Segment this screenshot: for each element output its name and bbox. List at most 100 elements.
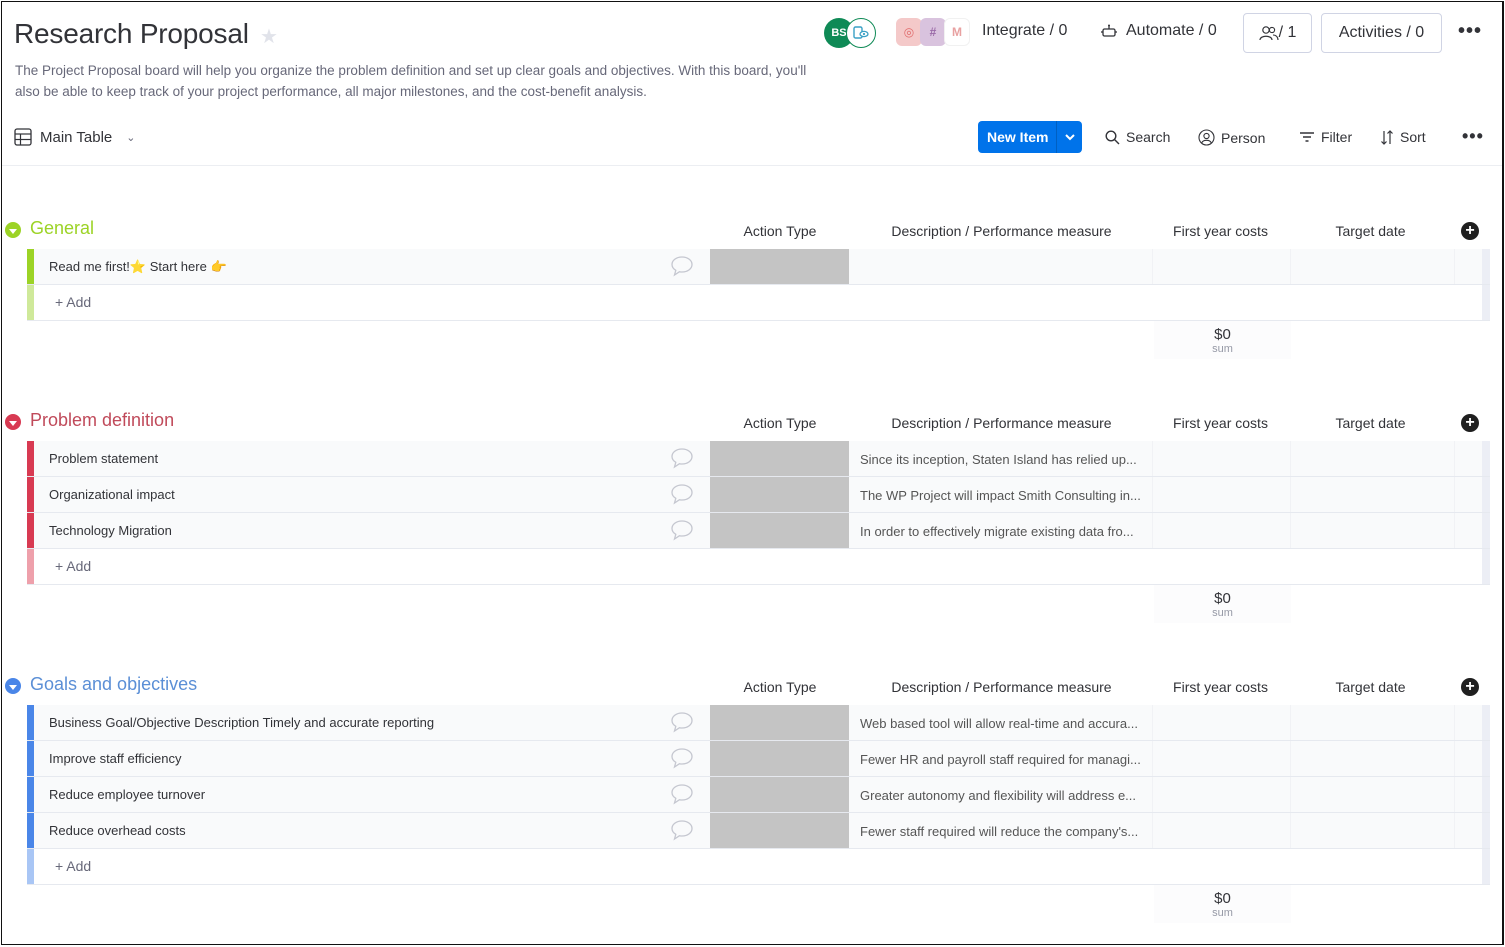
collapse-group-icon[interactable] [5, 414, 21, 430]
comment-icon[interactable] [670, 255, 694, 277]
add-item-row[interactable]: + Add [27, 549, 1490, 585]
integration-icons[interactable]: ◎ # M [896, 18, 970, 46]
column-header-target-date[interactable]: Target date [1293, 415, 1448, 431]
automate-button[interactable]: Automate / 0 [1100, 22, 1217, 40]
comment-icon[interactable] [670, 519, 694, 541]
description-cell[interactable]: Fewer staff required will reduce the com… [850, 813, 1153, 848]
add-column-icon[interactable]: + [1461, 678, 1479, 696]
description-cell[interactable]: In order to effectively migrate existing… [850, 513, 1153, 548]
first-year-costs-cell[interactable] [1154, 249, 1291, 284]
target-date-cell[interactable] [1292, 705, 1455, 740]
first-year-costs-cell[interactable] [1154, 477, 1291, 512]
view-tab-main-table[interactable]: Main Table ⌄ [14, 128, 136, 146]
description-cell[interactable]: Fewer HR and payroll staff required for … [850, 741, 1153, 776]
table-row[interactable]: Read me first!⭐ Start here 👉 [27, 249, 1490, 285]
add-item-button[interactable]: + Add [55, 558, 91, 574]
viewer-icon[interactable] [846, 18, 876, 48]
collapse-group-icon[interactable] [5, 678, 21, 694]
search-button[interactable]: Search [1105, 129, 1170, 145]
item-name[interactable]: Improve staff efficiency [49, 751, 181, 766]
item-name[interactable]: Reduce overhead costs [49, 823, 186, 838]
group-title[interactable]: General [30, 218, 94, 239]
add-item-button[interactable]: + Add [55, 858, 91, 874]
action-type-cell[interactable] [710, 249, 849, 284]
column-header-description[interactable]: Description / Performance measure [849, 415, 1154, 431]
comment-icon[interactable] [670, 447, 694, 469]
comment-icon[interactable] [670, 747, 694, 769]
table-row[interactable]: Business Goal/Objective Description Time… [27, 705, 1490, 741]
activities-button[interactable]: Activities / 0 [1321, 13, 1442, 53]
target-date-cell[interactable] [1292, 741, 1455, 776]
item-name[interactable]: Problem statement [49, 451, 158, 466]
table-row[interactable]: Improve staff efficiency Fewer HR and pay… [27, 741, 1490, 777]
description-cell[interactable]: Since its inception, Staten Island has r… [850, 441, 1153, 476]
add-item-button[interactable]: + Add [55, 294, 91, 310]
column-header-first-year-costs[interactable]: First year costs [1153, 415, 1288, 431]
action-type-cell[interactable] [710, 741, 849, 776]
board-subscribers[interactable]: BS [824, 18, 876, 48]
column-header-description[interactable]: Description / Performance measure [849, 679, 1154, 695]
chevron-down-icon[interactable]: ⌄ [126, 131, 135, 144]
target-date-cell[interactable] [1292, 813, 1455, 848]
new-item-button[interactable]: New Item [978, 121, 1082, 153]
sort-button[interactable]: Sort [1380, 129, 1426, 145]
action-type-cell[interactable] [710, 513, 849, 548]
table-row[interactable]: Problem statement Since its inception, St… [27, 441, 1490, 477]
table-row[interactable]: Reduce overhead costs Fewer staff require… [27, 813, 1490, 849]
item-name[interactable]: Business Goal/Objective Description Time… [49, 715, 434, 730]
action-type-cell[interactable] [710, 477, 849, 512]
column-header-action-type[interactable]: Action Type [710, 223, 850, 239]
first-year-costs-cell[interactable] [1154, 441, 1291, 476]
favorite-star-icon[interactable]: ★ [260, 24, 278, 49]
new-item-label[interactable]: New Item [978, 129, 1056, 145]
target-date-cell[interactable] [1292, 441, 1455, 476]
first-year-costs-cell[interactable] [1154, 777, 1291, 812]
table-row[interactable]: Reduce employee turnover Greater autonomy… [27, 777, 1490, 813]
first-year-costs-cell[interactable] [1154, 741, 1291, 776]
person-filter-button[interactable]: Person [1198, 129, 1265, 146]
description-cell[interactable]: Web based tool will allow real-time and … [850, 705, 1153, 740]
description-cell[interactable]: Greater autonomy and flexibility will ad… [850, 777, 1153, 812]
comment-icon[interactable] [670, 711, 694, 733]
add-item-row[interactable]: + Add [27, 285, 1490, 321]
filter-button[interactable]: Filter [1299, 129, 1352, 145]
target-date-cell[interactable] [1292, 249, 1455, 284]
target-date-cell[interactable] [1292, 777, 1455, 812]
column-header-target-date[interactable]: Target date [1293, 679, 1448, 695]
column-header-action-type[interactable]: Action Type [710, 415, 850, 431]
target-date-cell[interactable] [1292, 477, 1455, 512]
action-type-cell[interactable] [710, 441, 849, 476]
first-year-costs-cell[interactable] [1154, 813, 1291, 848]
column-header-description[interactable]: Description / Performance measure [849, 223, 1154, 239]
description-cell[interactable]: The WP Project will impact Smith Consult… [850, 477, 1153, 512]
add-column-icon[interactable]: + [1461, 414, 1479, 432]
item-name[interactable]: Reduce employee turnover [49, 787, 205, 802]
action-type-cell[interactable] [710, 813, 849, 848]
target-date-cell[interactable] [1292, 513, 1455, 548]
column-header-action-type[interactable]: Action Type [710, 679, 850, 695]
table-row[interactable]: Organizational impact The WP Project will… [27, 477, 1490, 513]
table-row[interactable]: Technology Migration In order to effectiv… [27, 513, 1490, 549]
view-more-menu[interactable]: ••• [1462, 126, 1484, 147]
members-button[interactable]: / 1 [1243, 13, 1312, 53]
column-header-first-year-costs[interactable]: First year costs [1153, 679, 1288, 695]
item-name[interactable]: Technology Migration [49, 523, 172, 538]
add-item-row[interactable]: + Add [27, 849, 1490, 885]
integrate-button[interactable]: Integrate / 0 [982, 22, 1067, 40]
action-type-cell[interactable] [710, 777, 849, 812]
action-type-cell[interactable] [710, 705, 849, 740]
first-year-costs-cell[interactable] [1154, 705, 1291, 740]
board-title[interactable]: Research Proposal [14, 18, 249, 50]
new-item-dropdown-icon[interactable] [1056, 121, 1082, 153]
comment-icon[interactable] [670, 483, 694, 505]
comment-icon[interactable] [670, 783, 694, 805]
add-column-icon[interactable]: + [1461, 222, 1479, 240]
first-year-costs-cell[interactable] [1154, 513, 1291, 548]
column-header-first-year-costs[interactable]: First year costs [1153, 223, 1288, 239]
group-title[interactable]: Goals and objectives [30, 674, 197, 695]
item-name[interactable]: Read me first!⭐ Start here 👉 [49, 259, 227, 275]
group-title[interactable]: Problem definition [30, 410, 174, 431]
item-name[interactable]: Organizational impact [49, 487, 175, 502]
board-more-menu[interactable]: ••• [1458, 20, 1482, 43]
column-header-target-date[interactable]: Target date [1293, 223, 1448, 239]
